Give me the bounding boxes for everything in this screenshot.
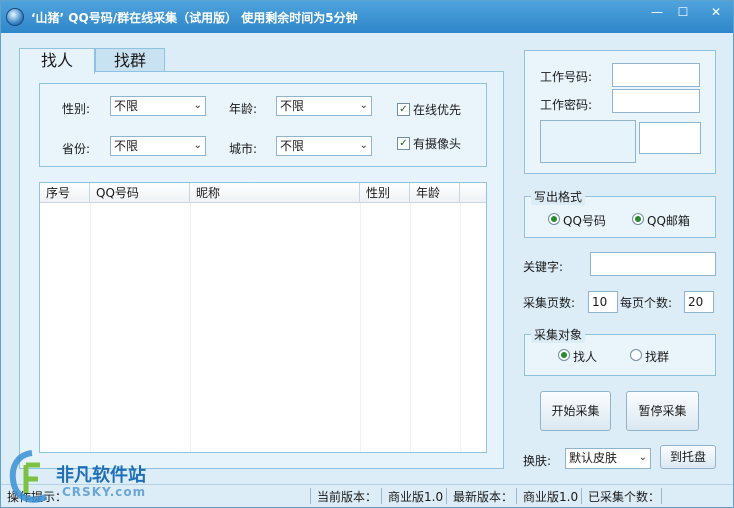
pages-label: 采集页数: (523, 296, 576, 310)
format-qq-label: QQ号码 (563, 214, 606, 228)
has-camera-checkbox[interactable]: ✓ (397, 137, 410, 150)
table-header: 序号 QQ号码 昵称 性别 年龄 (40, 183, 486, 203)
target-people-radio[interactable] (558, 349, 570, 361)
chevron-down-icon: ⌄ (193, 100, 202, 111)
output-format-title: 写出格式 (531, 188, 586, 205)
captcha-input[interactable] (639, 122, 701, 154)
maximize-button[interactable]: ☐ (670, 3, 696, 21)
skin-value: 默认皮肤 (569, 451, 618, 465)
column-divider (460, 203, 461, 452)
work-id-input[interactable] (612, 63, 700, 87)
per-page-label: 每页个数: (620, 296, 673, 310)
keyword-label: 关键字: (523, 260, 564, 274)
status-divider (381, 488, 382, 504)
latest-version-label: 最新版本： (453, 490, 514, 504)
online-first-label: 在线优先 (413, 103, 462, 117)
status-divider (661, 488, 662, 504)
gender-select[interactable]: 不限 ⌄ (110, 96, 206, 116)
minimize-button[interactable]: — (644, 3, 670, 21)
column-header-nickname[interactable]: 昵称 (190, 183, 360, 203)
column-divider (90, 203, 91, 452)
gender-value: 不限 (114, 99, 139, 113)
watermark-brand: 非凡软件站 (56, 465, 146, 486)
app-logo-icon (6, 8, 24, 26)
format-email-radio[interactable] (632, 213, 644, 225)
chevron-down-icon: ⌄ (359, 140, 368, 151)
city-label: 城市: (229, 142, 258, 156)
target-title: 采集对象 (531, 326, 586, 343)
chevron-down-icon: ⌄ (359, 100, 368, 111)
account-group: 工作号码: 工作密码: (524, 50, 716, 174)
target-groups-label: 找群 (645, 350, 670, 364)
start-collect-button[interactable]: 开始采集 (540, 391, 611, 431)
watermark-sub: CRSKY.com (62, 485, 147, 499)
collected-count-label: 已采集个数： (588, 490, 661, 504)
app-window: ‘山猪’ QQ号码/群在线采集（试用版） 使用剩余时间为5分钟 — ☐ ✕ 找人… (0, 0, 734, 508)
status-divider (310, 488, 311, 504)
gender-label: 性别: (62, 102, 91, 116)
province-label: 省份: (62, 142, 91, 156)
pages-input[interactable]: 10 (588, 291, 618, 313)
latest-version-value: 商业版1.0 (523, 490, 579, 504)
captcha-image (540, 120, 636, 163)
status-divider (516, 488, 517, 504)
chevron-down-icon: ⌄ (193, 140, 202, 151)
current-version-value: 商业版1.0 (388, 490, 444, 504)
column-header-gender[interactable]: 性别 (360, 183, 410, 203)
online-first-checkbox[interactable]: ✓ (397, 103, 410, 116)
title-bar[interactable]: ‘山猪’ QQ号码/群在线采集（试用版） 使用剩余时间为5分钟 — ☐ ✕ (1, 1, 733, 33)
window-title: ‘山猪’ QQ号码/群在线采集（试用版） 使用剩余时间为5分钟 (31, 11, 358, 25)
status-divider (581, 488, 582, 504)
city-value: 不限 (280, 139, 305, 153)
target-people-label: 找人 (573, 350, 598, 364)
filter-group: 性别: 不限 ⌄ 年龄: 不限 ⌄ ✓ 在线优先 省份: 不限 ⌄ 城市: 不限… (39, 83, 487, 167)
work-id-label: 工作号码: (540, 70, 593, 84)
age-value: 不限 (280, 99, 305, 113)
pause-collect-button[interactable]: 暂停采集 (626, 391, 699, 431)
work-password-input[interactable] (612, 89, 700, 113)
close-button[interactable]: ✕ (701, 3, 731, 21)
target-groups-radio[interactable] (630, 349, 642, 361)
city-select[interactable]: 不限 ⌄ (276, 136, 372, 156)
age-label: 年龄: (229, 102, 258, 116)
keyword-input[interactable] (590, 252, 716, 276)
column-divider (360, 203, 361, 452)
column-header-qq[interactable]: QQ号码 (90, 183, 190, 203)
results-table[interactable]: 序号 QQ号码 昵称 性别 年龄 (39, 182, 487, 453)
tab-find-people[interactable]: 找人 (19, 48, 95, 74)
province-value: 不限 (114, 139, 139, 153)
column-divider (190, 203, 191, 452)
column-divider (410, 203, 411, 452)
work-password-label: 工作密码: (540, 98, 593, 112)
has-camera-label: 有摄像头 (413, 137, 462, 151)
column-header-index[interactable]: 序号 (40, 183, 90, 203)
tab-find-groups[interactable]: 找群 (95, 48, 165, 73)
crsky-watermark: 非凡软件站 CRSKY.com (6, 449, 166, 507)
age-select[interactable]: 不限 ⌄ (276, 96, 372, 116)
current-version-label: 当前版本： (317, 490, 378, 504)
format-qq-radio[interactable] (548, 213, 560, 225)
format-email-label: QQ邮箱 (647, 214, 690, 228)
per-page-input[interactable]: 20 (684, 291, 714, 313)
chevron-down-icon: ⌄ (638, 452, 647, 463)
skin-select[interactable]: 默认皮肤 ⌄ (565, 448, 651, 469)
province-select[interactable]: 不限 ⌄ (110, 136, 206, 156)
to-tray-button[interactable]: 到托盘 (660, 445, 716, 469)
column-header-age[interactable]: 年龄 (410, 183, 460, 203)
crsky-logo-icon (9, 450, 48, 503)
status-divider (446, 488, 447, 504)
skin-label: 换肤: (523, 454, 552, 468)
